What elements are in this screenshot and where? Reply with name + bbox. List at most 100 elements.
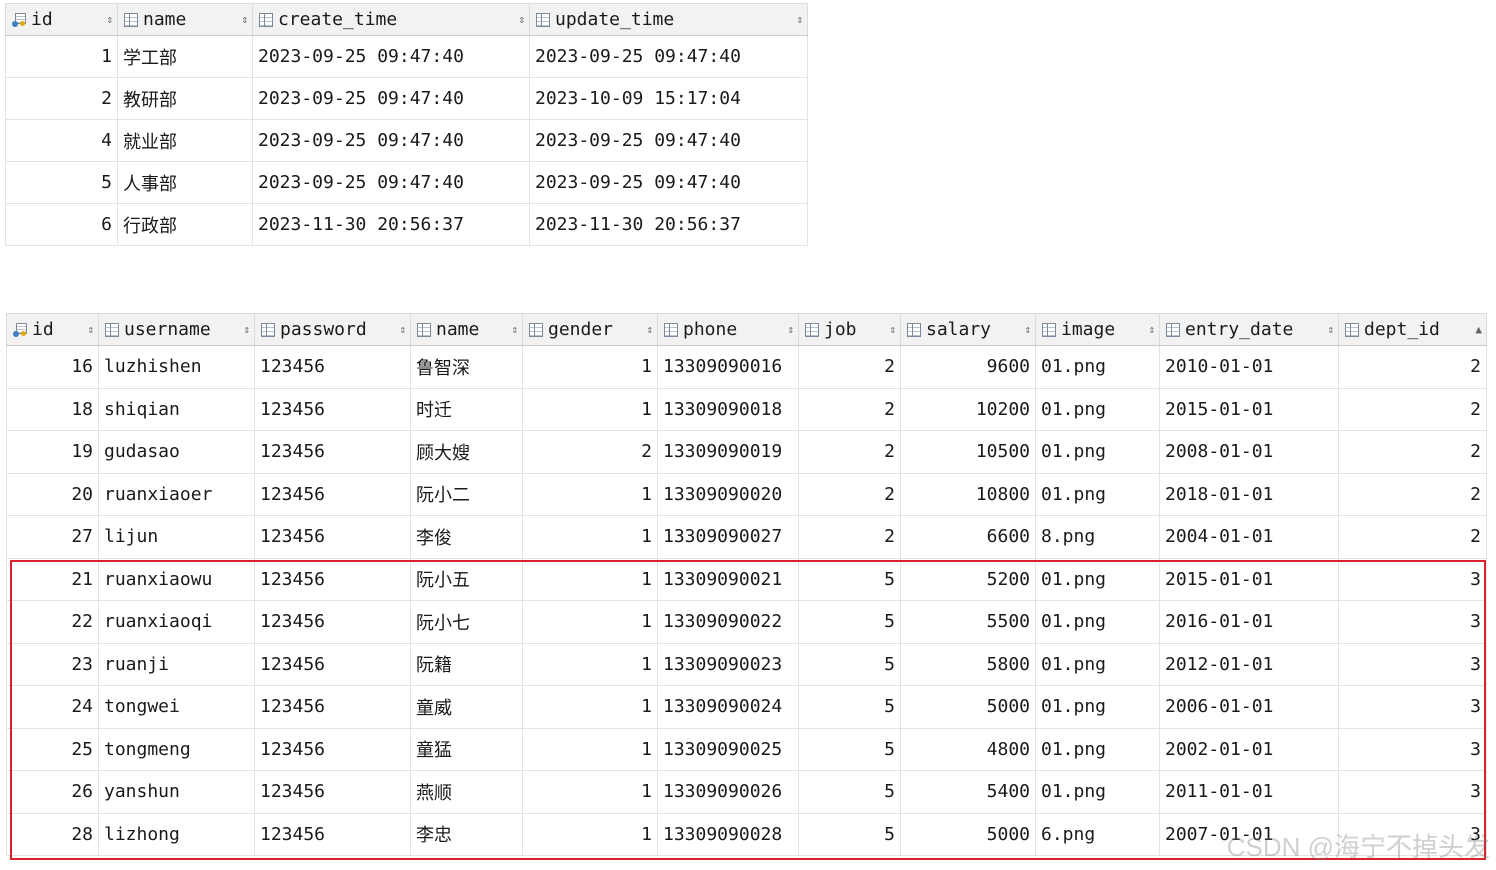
cell-job[interactable]: 2 — [798, 345, 901, 389]
cell-username[interactable]: tongwei — [98, 685, 255, 729]
column-header-salary[interactable]: salary ⇕ — [900, 313, 1036, 346]
sort-toggle-icon[interactable]: ⇕ — [1148, 324, 1155, 335]
cell-dept-id[interactable]: 3 — [1338, 643, 1487, 686]
column-header-create-time[interactable]: create_time ⇕ — [252, 3, 530, 36]
cell-job[interactable]: 5 — [798, 813, 901, 856]
cell-image[interactable]: 01.png — [1035, 728, 1160, 771]
column-header-username[interactable]: username ⇕ — [98, 313, 255, 346]
cell-password[interactable]: 123456 — [254, 770, 411, 814]
cell-name[interactable]: 燕顺 — [410, 770, 523, 814]
table-row[interactable]: 25 tongmeng 123456 童猛 1 13309090025 5 4800 01.pn… — [6, 728, 1487, 771]
cell-job[interactable]: 2 — [798, 430, 901, 474]
cell-id[interactable]: 16 — [6, 345, 99, 389]
cell-image[interactable]: 01.png — [1035, 558, 1160, 601]
cell-dept-id[interactable]: 2 — [1338, 515, 1487, 559]
sort-toggle-icon[interactable]: ⇕ — [787, 324, 794, 335]
cell-gender[interactable]: 1 — [522, 558, 658, 601]
sort-toggle-icon[interactable]: ⇕ — [106, 14, 113, 25]
cell-phone[interactable]: 13309090016 — [657, 345, 799, 389]
cell-dept-id[interactable]: 2 — [1338, 345, 1487, 389]
cell-salary[interactable]: 5800 — [900, 643, 1036, 686]
cell-username[interactable]: ruanxiaowu — [98, 558, 255, 601]
cell-phone[interactable]: 13309090024 — [657, 685, 799, 729]
cell-name[interactable]: 人事部 — [117, 161, 253, 204]
cell-id[interactable]: 27 — [6, 515, 99, 559]
cell-salary[interactable]: 5500 — [900, 600, 1036, 644]
table-row[interactable]: 18 shiqian 123456 时迁 1 13309090018 2 10200 01.pn… — [6, 388, 1487, 431]
cell-name[interactable]: 童猛 — [410, 728, 523, 771]
column-header-update-time[interactable]: update_time ⇕ — [529, 3, 808, 36]
cell-username[interactable]: lijun — [98, 515, 255, 559]
cell-password[interactable]: 123456 — [254, 473, 411, 516]
cell-password[interactable]: 123456 — [254, 813, 411, 856]
cell-create-time[interactable]: 2023-11-30 20:56:37 — [252, 203, 530, 246]
table-row[interactable]: 2 教研部 2023-09-25 09:47:40 2023-10-09 15:17:… — [5, 77, 808, 120]
cell-name[interactable]: 李俊 — [410, 515, 523, 559]
cell-phone[interactable]: 13309090021 — [657, 558, 799, 601]
cell-name[interactable]: 阮小五 — [410, 558, 523, 601]
table-row[interactable]: 27 lijun 123456 李俊 1 13309090027 2 6600 8.png 200… — [6, 515, 1487, 559]
cell-entry-date[interactable]: 2015-01-01 — [1159, 388, 1339, 431]
cell-image[interactable]: 8.png — [1035, 515, 1160, 559]
cell-name[interactable]: 教研部 — [117, 77, 253, 120]
cell-id[interactable]: 25 — [6, 728, 99, 771]
cell-image[interactable]: 01.png — [1035, 388, 1160, 431]
cell-gender[interactable]: 1 — [522, 685, 658, 729]
cell-job[interactable]: 5 — [798, 728, 901, 771]
cell-username[interactable]: lizhong — [98, 813, 255, 856]
cell-id[interactable]: 24 — [6, 685, 99, 729]
sort-toggle-icon[interactable]: ⇕ — [1024, 324, 1031, 335]
cell-id[interactable]: 26 — [6, 770, 99, 814]
cell-id[interactable]: 4 — [5, 119, 118, 162]
cell-phone[interactable]: 13309090027 — [657, 515, 799, 559]
cell-entry-date[interactable]: 2010-01-01 — [1159, 345, 1339, 389]
cell-salary[interactable]: 6600 — [900, 515, 1036, 559]
column-header-id[interactable]: id ⇕ — [6, 313, 99, 346]
sort-toggle-icon[interactable]: ⇕ — [646, 324, 653, 335]
cell-dept-id[interactable]: 3 — [1338, 728, 1487, 771]
cell-password[interactable]: 123456 — [254, 728, 411, 771]
cell-password[interactable]: 123456 — [254, 643, 411, 686]
cell-salary[interactable]: 10500 — [900, 430, 1036, 474]
cell-id[interactable]: 6 — [5, 203, 118, 246]
table-row[interactable]: 24 tongwei 123456 童威 1 13309090024 5 5000 01.png… — [6, 685, 1487, 729]
cell-username[interactable]: ruanji — [98, 643, 255, 686]
cell-job[interactable]: 2 — [798, 388, 901, 431]
column-header-image[interactable]: image ⇕ — [1035, 313, 1160, 346]
cell-update-time[interactable]: 2023-09-25 09:47:40 — [529, 161, 808, 204]
cell-name[interactable]: 阮小七 — [410, 600, 523, 644]
cell-image[interactable]: 01.png — [1035, 600, 1160, 644]
cell-gender[interactable]: 1 — [522, 388, 658, 431]
cell-entry-date[interactable]: 2015-01-01 — [1159, 558, 1339, 601]
cell-gender[interactable]: 2 — [522, 430, 658, 474]
column-header-name[interactable]: name ⇕ — [410, 313, 523, 346]
cell-password[interactable]: 123456 — [254, 345, 411, 389]
cell-entry-date[interactable]: 2002-01-01 — [1159, 728, 1339, 771]
cell-password[interactable]: 123456 — [254, 600, 411, 644]
cell-job[interactable]: 5 — [798, 600, 901, 644]
cell-salary[interactable]: 5000 — [900, 813, 1036, 856]
cell-phone[interactable]: 13309090025 — [657, 728, 799, 771]
cell-id[interactable]: 22 — [6, 600, 99, 644]
cell-job[interactable]: 5 — [798, 685, 901, 729]
cell-entry-date[interactable]: 2004-01-01 — [1159, 515, 1339, 559]
cell-job[interactable]: 5 — [798, 770, 901, 814]
cell-phone[interactable]: 13309090018 — [657, 388, 799, 431]
column-header-dept-id[interactable]: dept_id ▲ — [1338, 313, 1487, 346]
cell-password[interactable]: 123456 — [254, 515, 411, 559]
column-header-id[interactable]: id ⇕ — [5, 3, 118, 36]
cell-salary[interactable]: 5400 — [900, 770, 1036, 814]
cell-phone[interactable]: 13309090028 — [657, 813, 799, 856]
table-row[interactable]: 28 lizhong 123456 李忠 1 13309090028 5 5000 6.png 2… — [6, 813, 1487, 856]
cell-dept-id[interactable]: 3 — [1338, 558, 1487, 601]
cell-image[interactable]: 01.png — [1035, 685, 1160, 729]
cell-salary[interactable]: 5000 — [900, 685, 1036, 729]
cell-name[interactable]: 鲁智深 — [410, 345, 523, 389]
sort-toggle-icon[interactable]: ⇕ — [518, 14, 525, 25]
column-header-phone[interactable]: phone ⇕ — [657, 313, 799, 346]
cell-id[interactable]: 20 — [6, 473, 99, 516]
cell-password[interactable]: 123456 — [254, 388, 411, 431]
cell-name[interactable]: 李忠 — [410, 813, 523, 856]
cell-phone[interactable]: 13309090020 — [657, 473, 799, 516]
cell-name[interactable]: 顾大嫂 — [410, 430, 523, 474]
